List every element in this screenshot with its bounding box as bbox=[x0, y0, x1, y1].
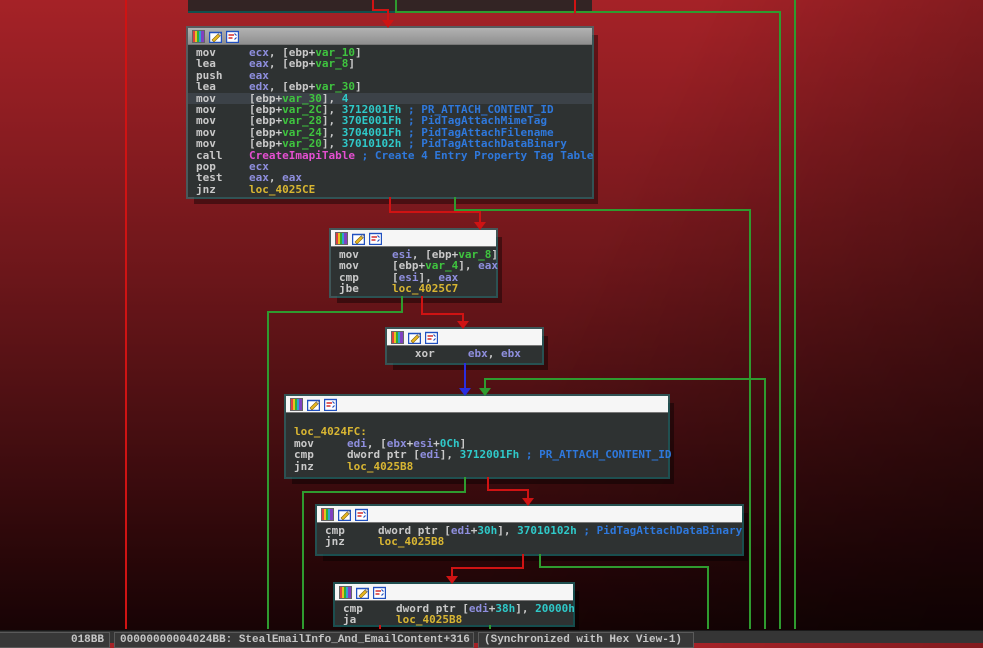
node-edit-icon[interactable] bbox=[408, 331, 421, 344]
blue-edge-arrowhead bbox=[459, 388, 471, 396]
node-edit-icon[interactable] bbox=[338, 508, 351, 521]
red-edge bbox=[488, 477, 528, 498]
asm-line[interactable]: jnz loc_4025B8 bbox=[294, 461, 668, 472]
graph-node-b1[interactable]: mov ecx, [ebp+var_10]lea eax, [ebp+var_8… bbox=[188, 28, 592, 197]
graph-node-b2[interactable]: mov esi, [ebp+var_8]mov [ebp+var_4], eax… bbox=[331, 230, 496, 296]
node-edit-icon[interactable] bbox=[307, 398, 320, 411]
graph-view[interactable]: mov ecx, [ebp+var_10]lea eax, [ebp+var_8… bbox=[0, 0, 983, 642]
asm-line[interactable]: jbe loc_4025C7 bbox=[339, 283, 496, 294]
node-group-icon[interactable] bbox=[373, 586, 386, 599]
red-edge bbox=[390, 197, 480, 222]
node-edit-icon[interactable] bbox=[352, 232, 365, 245]
status-address-left: 018BB bbox=[0, 632, 110, 648]
red-edge-arrowhead bbox=[474, 222, 486, 230]
graph-node-b3[interactable]: xor ebx, ebx bbox=[387, 329, 542, 363]
graph-node-b4[interactable]: loc_4024FC:mov edi, [ebx+esi+0Ch]cmp dwo… bbox=[286, 396, 668, 477]
asm-line[interactable]: ja loc_4025B8 bbox=[343, 614, 573, 625]
node-color-icon[interactable] bbox=[391, 331, 404, 344]
node-edit-icon[interactable] bbox=[356, 586, 369, 599]
node-code[interactable]: loc_4024FC:mov edi, [ebx+esi+0Ch]cmp dwo… bbox=[286, 413, 668, 474]
red-edge-arrowhead bbox=[446, 576, 458, 584]
node-code[interactable]: cmp dword ptr [edi+38h], 20000hja loc_40… bbox=[335, 601, 573, 628]
node-title-bar[interactable] bbox=[331, 230, 496, 247]
node-title-bar[interactable] bbox=[286, 396, 668, 413]
graph-node-b5[interactable]: cmp dword ptr [edi+30h], 37010102h ; Pid… bbox=[317, 506, 742, 554]
node-color-icon[interactable] bbox=[339, 586, 352, 599]
node-color-icon[interactable] bbox=[321, 508, 334, 521]
red-edge bbox=[422, 296, 463, 321]
node-title-bar[interactable] bbox=[387, 329, 542, 346]
node-group-icon[interactable] bbox=[324, 398, 337, 411]
asm-line[interactable]: jnz loc_4025B8 bbox=[325, 536, 742, 547]
graph-node-b6[interactable]: cmp dword ptr [edi+38h], 20000hja loc_40… bbox=[335, 584, 573, 625]
graph-node-partial[interactable] bbox=[188, 0, 592, 13]
node-title-bar[interactable] bbox=[188, 28, 592, 45]
node-color-icon[interactable] bbox=[335, 232, 348, 245]
node-color-icon[interactable] bbox=[290, 398, 303, 411]
green-edge-arrowhead bbox=[479, 388, 491, 396]
red-edge-arrowhead bbox=[382, 20, 394, 28]
red-edge-arrowhead bbox=[522, 498, 534, 506]
node-title-bar[interactable] bbox=[335, 584, 573, 601]
node-code[interactable]: mov esi, [ebp+var_8]mov [ebp+var_4], eax… bbox=[331, 247, 496, 297]
node-title-bar[interactable] bbox=[317, 506, 742, 523]
node-code[interactable]: mov ecx, [ebp+var_10]lea eax, [ebp+var_8… bbox=[188, 45, 592, 197]
node-code[interactable]: xor ebx, ebx bbox=[387, 346, 542, 361]
status-address-main: 00000000004024BB: StealEmailInfo_And_Ema… bbox=[114, 632, 474, 648]
red-edge bbox=[452, 554, 523, 576]
status-bar: 018BB 00000000004024BB: StealEmailInfo_A… bbox=[0, 630, 983, 643]
node-edit-icon[interactable] bbox=[209, 30, 222, 43]
red-edge-arrowhead bbox=[457, 321, 469, 329]
node-color-icon[interactable] bbox=[192, 30, 205, 43]
node-group-icon[interactable] bbox=[355, 508, 368, 521]
asm-line[interactable]: jnz loc_4025CE bbox=[196, 184, 592, 195]
node-group-icon[interactable] bbox=[425, 331, 438, 344]
status-sync: (Synchronized with Hex View-1) bbox=[478, 632, 694, 648]
node-group-icon[interactable] bbox=[369, 232, 382, 245]
asm-line[interactable]: xor ebx, ebx bbox=[395, 348, 542, 359]
node-group-icon[interactable] bbox=[226, 30, 239, 43]
node-code[interactable]: cmp dword ptr [edi+30h], 37010102h ; Pid… bbox=[317, 523, 742, 550]
